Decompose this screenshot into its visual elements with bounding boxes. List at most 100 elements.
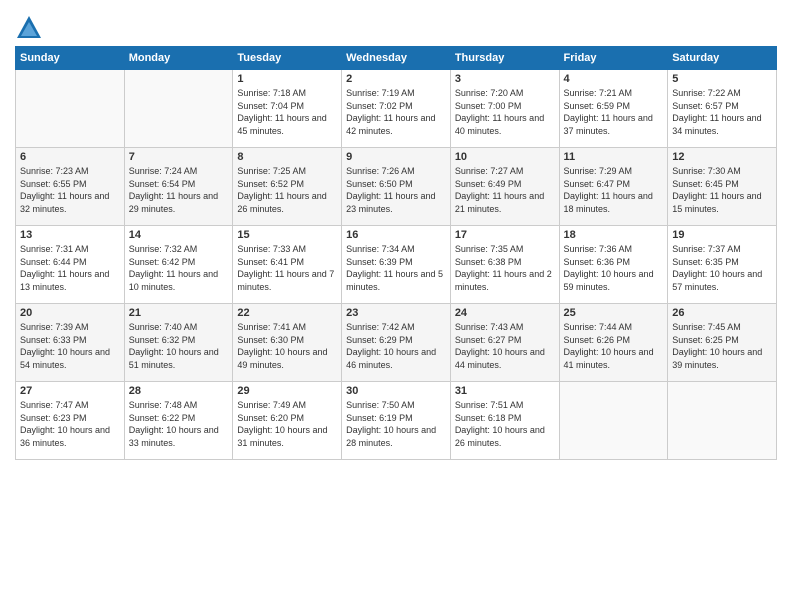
day-info: Sunrise: 7:33 AM Sunset: 6:41 PM Dayligh… xyxy=(237,243,337,293)
day-number: 14 xyxy=(129,229,229,241)
calendar-cell: 15 Sunrise: 7:33 AM Sunset: 6:41 PM Dayli… xyxy=(233,226,342,304)
day-number: 7 xyxy=(129,151,229,163)
day-info: Sunrise: 7:50 AM Sunset: 6:19 PM Dayligh… xyxy=(346,399,446,449)
calendar-cell xyxy=(559,382,668,460)
day-info: Sunrise: 7:29 AM Sunset: 6:47 PM Dayligh… xyxy=(564,165,664,215)
weekday-header-wednesday: Wednesday xyxy=(342,47,451,70)
calendar-cell: 22 Sunrise: 7:41 AM Sunset: 6:30 PM Dayli… xyxy=(233,304,342,382)
day-number: 1 xyxy=(237,73,337,85)
week-row-4: 20 Sunrise: 7:39 AM Sunset: 6:33 PM Dayli… xyxy=(16,304,777,382)
day-number: 26 xyxy=(672,307,772,319)
day-info: Sunrise: 7:20 AM Sunset: 7:00 PM Dayligh… xyxy=(455,87,555,137)
day-number: 21 xyxy=(129,307,229,319)
day-info: Sunrise: 7:40 AM Sunset: 6:32 PM Dayligh… xyxy=(129,321,229,371)
calendar-cell: 24 Sunrise: 7:43 AM Sunset: 6:27 PM Dayli… xyxy=(450,304,559,382)
calendar-cell: 16 Sunrise: 7:34 AM Sunset: 6:39 PM Dayli… xyxy=(342,226,451,304)
day-info: Sunrise: 7:39 AM Sunset: 6:33 PM Dayligh… xyxy=(20,321,120,371)
day-info: Sunrise: 7:32 AM Sunset: 6:42 PM Dayligh… xyxy=(129,243,229,293)
day-info: Sunrise: 7:22 AM Sunset: 6:57 PM Dayligh… xyxy=(672,87,772,137)
day-info: Sunrise: 7:26 AM Sunset: 6:50 PM Dayligh… xyxy=(346,165,446,215)
day-info: Sunrise: 7:51 AM Sunset: 6:18 PM Dayligh… xyxy=(455,399,555,449)
day-number: 12 xyxy=(672,151,772,163)
week-row-3: 13 Sunrise: 7:31 AM Sunset: 6:44 PM Dayli… xyxy=(16,226,777,304)
calendar-cell xyxy=(124,70,233,148)
week-row-2: 6 Sunrise: 7:23 AM Sunset: 6:55 PM Daylig… xyxy=(16,148,777,226)
calendar-cell: 2Sunrise: 7:19 AM Sunset: 7:02 PM Daylig… xyxy=(342,70,451,148)
day-number: 3 xyxy=(455,73,555,85)
day-number: 9 xyxy=(346,151,446,163)
day-number: 10 xyxy=(455,151,555,163)
day-number: 16 xyxy=(346,229,446,241)
calendar-cell: 8 Sunrise: 7:25 AM Sunset: 6:52 PM Daylig… xyxy=(233,148,342,226)
calendar-cell: 10 Sunrise: 7:27 AM Sunset: 6:49 PM Dayli… xyxy=(450,148,559,226)
calendar-cell: 27Sunrise: 7:47 AM Sunset: 6:23 PM Dayli… xyxy=(16,382,125,460)
calendar-cell: 28Sunrise: 7:48 AM Sunset: 6:22 PM Dayli… xyxy=(124,382,233,460)
day-info: Sunrise: 7:23 AM Sunset: 6:55 PM Dayligh… xyxy=(20,165,120,215)
day-info: Sunrise: 7:36 AM Sunset: 6:36 PM Dayligh… xyxy=(564,243,664,293)
weekday-header-friday: Friday xyxy=(559,47,668,70)
calendar-cell: 18 Sunrise: 7:36 AM Sunset: 6:36 PM Dayli… xyxy=(559,226,668,304)
day-number: 29 xyxy=(237,385,337,397)
day-info: Sunrise: 7:49 AM Sunset: 6:20 PM Dayligh… xyxy=(237,399,337,449)
day-number: 25 xyxy=(564,307,664,319)
day-number: 28 xyxy=(129,385,229,397)
day-info: Sunrise: 7:25 AM Sunset: 6:52 PM Dayligh… xyxy=(237,165,337,215)
day-number: 22 xyxy=(237,307,337,319)
calendar-cell: 19 Sunrise: 7:37 AM Sunset: 6:35 PM Dayli… xyxy=(668,226,777,304)
week-row-5: 27Sunrise: 7:47 AM Sunset: 6:23 PM Dayli… xyxy=(16,382,777,460)
calendar-cell: 25 Sunrise: 7:44 AM Sunset: 6:26 PM Dayli… xyxy=(559,304,668,382)
day-number: 19 xyxy=(672,229,772,241)
logo xyxy=(15,14,47,42)
day-number: 5 xyxy=(672,73,772,85)
day-info: Sunrise: 7:45 AM Sunset: 6:25 PM Dayligh… xyxy=(672,321,772,371)
calendar-cell xyxy=(16,70,125,148)
calendar-cell: 12 Sunrise: 7:30 AM Sunset: 6:45 PM Dayli… xyxy=(668,148,777,226)
calendar-cell: 9 Sunrise: 7:26 AM Sunset: 6:50 PM Daylig… xyxy=(342,148,451,226)
day-info: Sunrise: 7:21 AM Sunset: 6:59 PM Dayligh… xyxy=(564,87,664,137)
calendar-cell: 29 Sunrise: 7:49 AM Sunset: 6:20 PM Dayli… xyxy=(233,382,342,460)
day-number: 8 xyxy=(237,151,337,163)
day-number: 24 xyxy=(455,307,555,319)
day-number: 15 xyxy=(237,229,337,241)
calendar-cell: 23 Sunrise: 7:42 AM Sunset: 6:29 PM Dayli… xyxy=(342,304,451,382)
calendar-cell: 31 Sunrise: 7:51 AM Sunset: 6:18 PM Dayli… xyxy=(450,382,559,460)
weekday-header-monday: Monday xyxy=(124,47,233,70)
weekday-header-sunday: Sunday xyxy=(16,47,125,70)
day-info: Sunrise: 7:37 AM Sunset: 6:35 PM Dayligh… xyxy=(672,243,772,293)
day-number: 4 xyxy=(564,73,664,85)
day-info: Sunrise: 7:42 AM Sunset: 6:29 PM Dayligh… xyxy=(346,321,446,371)
calendar-cell: 6 Sunrise: 7:23 AM Sunset: 6:55 PM Daylig… xyxy=(16,148,125,226)
day-number: 6 xyxy=(20,151,120,163)
day-number: 18 xyxy=(564,229,664,241)
weekday-header-tuesday: Tuesday xyxy=(233,47,342,70)
header xyxy=(15,10,777,42)
calendar-cell: 17Sunrise: 7:35 AM Sunset: 6:38 PM Dayli… xyxy=(450,226,559,304)
calendar-cell: 7 Sunrise: 7:24 AM Sunset: 6:54 PM Daylig… xyxy=(124,148,233,226)
day-info: Sunrise: 7:41 AM Sunset: 6:30 PM Dayligh… xyxy=(237,321,337,371)
day-number: 31 xyxy=(455,385,555,397)
calendar-cell: 1Sunrise: 7:18 AM Sunset: 7:04 PM Daylig… xyxy=(233,70,342,148)
day-number: 23 xyxy=(346,307,446,319)
calendar-cell: 3 Sunrise: 7:20 AM Sunset: 7:00 PM Daylig… xyxy=(450,70,559,148)
page: SundayMondayTuesdayWednesdayThursdayFrid… xyxy=(0,0,792,470)
day-number: 30 xyxy=(346,385,446,397)
logo-icon xyxy=(15,14,43,42)
day-number: 11 xyxy=(564,151,664,163)
calendar-cell: 21 Sunrise: 7:40 AM Sunset: 6:32 PM Dayli… xyxy=(124,304,233,382)
day-info: Sunrise: 7:44 AM Sunset: 6:26 PM Dayligh… xyxy=(564,321,664,371)
day-number: 13 xyxy=(20,229,120,241)
day-info: Sunrise: 7:30 AM Sunset: 6:45 PM Dayligh… xyxy=(672,165,772,215)
day-info: Sunrise: 7:27 AM Sunset: 6:49 PM Dayligh… xyxy=(455,165,555,215)
day-number: 27 xyxy=(20,385,120,397)
day-info: Sunrise: 7:31 AM Sunset: 6:44 PM Dayligh… xyxy=(20,243,120,293)
calendar-cell: 4 Sunrise: 7:21 AM Sunset: 6:59 PM Daylig… xyxy=(559,70,668,148)
day-number: 20 xyxy=(20,307,120,319)
day-info: Sunrise: 7:24 AM Sunset: 6:54 PM Dayligh… xyxy=(129,165,229,215)
calendar-cell: 30 Sunrise: 7:50 AM Sunset: 6:19 PM Dayli… xyxy=(342,382,451,460)
day-info: Sunrise: 7:43 AM Sunset: 6:27 PM Dayligh… xyxy=(455,321,555,371)
day-info: Sunrise: 7:34 AM Sunset: 6:39 PM Dayligh… xyxy=(346,243,446,293)
day-info: Sunrise: 7:35 AM Sunset: 6:38 PM Dayligh… xyxy=(455,243,555,293)
calendar-cell: 5 Sunrise: 7:22 AM Sunset: 6:57 PM Daylig… xyxy=(668,70,777,148)
calendar-cell xyxy=(668,382,777,460)
calendar-cell: 26 Sunrise: 7:45 AM Sunset: 6:25 PM Dayli… xyxy=(668,304,777,382)
